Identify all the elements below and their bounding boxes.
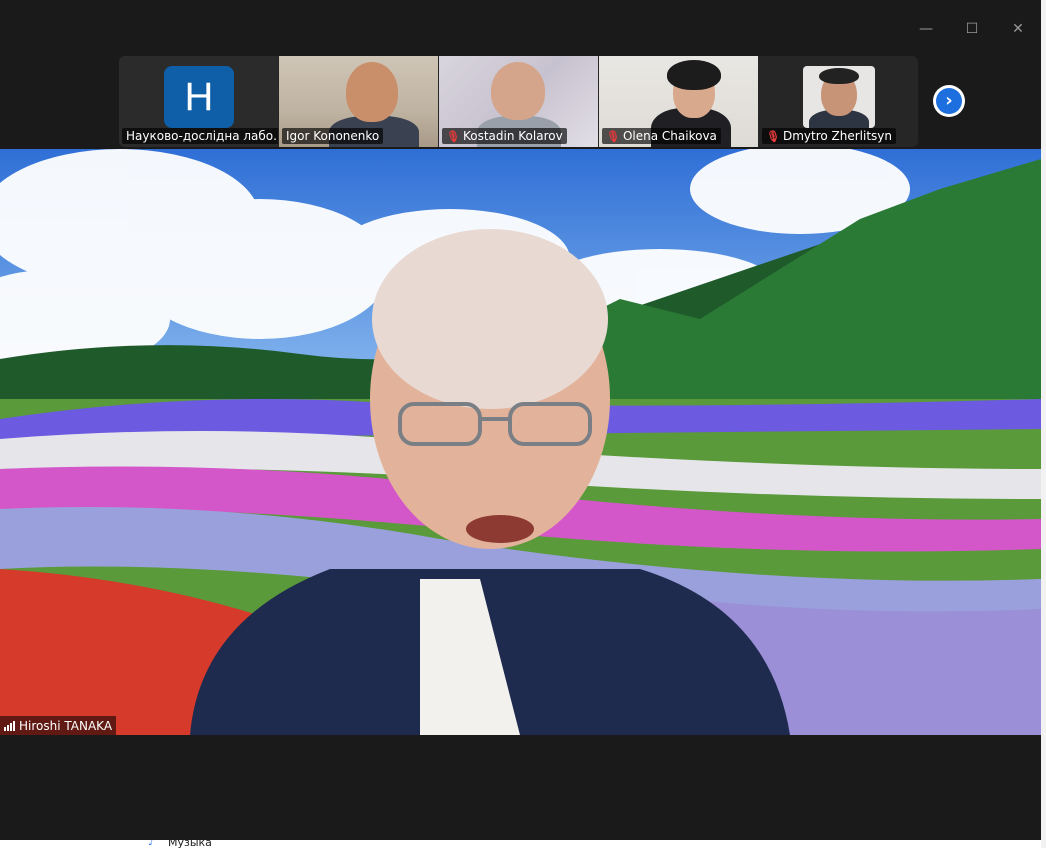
participant-tile[interactable]: 🎙 Kostadin Kolarov [439, 56, 598, 147]
active-speaker-name-label: Hiroshi TANAKA [0, 716, 117, 735]
minimize-icon[interactable]: — [915, 18, 937, 40]
participant-tile[interactable]: H Науково-дослідна лабо... [119, 56, 278, 147]
maximize-icon[interactable]: ☐ [961, 18, 983, 40]
participant-tile[interactable]: 🎙 Dmytro Zherlitsyn [759, 56, 918, 147]
close-icon[interactable]: ✕ [1007, 18, 1029, 40]
avatar: H [164, 66, 234, 128]
participant-tile[interactable]: Igor Kononenko [279, 56, 438, 147]
muted-microphone-icon: 🎙 [766, 129, 780, 143]
participant-name: Kostadin Kolarov [462, 129, 563, 143]
participant-name-label: Igor Kononenko [282, 128, 384, 144]
muted-microphone-icon: 🎙 [446, 129, 460, 143]
zoom-meeting-window: — ☐ ✕ H Науково-дослідна лабо... Igor Ko… [0, 0, 1041, 840]
next-page-button[interactable]: › [933, 85, 965, 117]
muted-microphone-icon: 🎙 [606, 129, 620, 143]
participant-name-label: 🎙 Dmytro Zherlitsyn [762, 128, 897, 144]
participant-video [819, 68, 859, 84]
participant-name: Olena Chaikova [622, 129, 717, 143]
participant-gallery-strip: H Науково-дослідна лабо... Igor Kononenk… [119, 56, 918, 147]
active-speaker-name: Hiroshi TANAKA [19, 718, 113, 733]
active-speaker-video [0, 149, 1041, 735]
participant-tile[interactable]: 🎙 Olena Chaikova [599, 56, 758, 147]
participant-name: Dmytro Zherlitsyn [782, 129, 893, 143]
participant-video [346, 62, 398, 122]
participant-video [667, 60, 721, 90]
desktop-background-strip [1041, 0, 1046, 848]
participant-name-label: 🎙 Kostadin Kolarov [442, 128, 567, 144]
signal-bars-icon [4, 720, 15, 731]
participant-video [491, 62, 545, 120]
chevron-right-icon: › [936, 88, 962, 114]
virtual-background [0, 149, 1041, 735]
participant-name: Науково-дослідна лабо... [126, 129, 278, 143]
participant-name: Igor Kononenko [286, 129, 380, 143]
participant-name-label: Науково-дослідна лабо... [122, 128, 278, 144]
participant-name-label: 🎙 Olena Chaikova [602, 128, 721, 144]
participant-video [803, 66, 875, 128]
